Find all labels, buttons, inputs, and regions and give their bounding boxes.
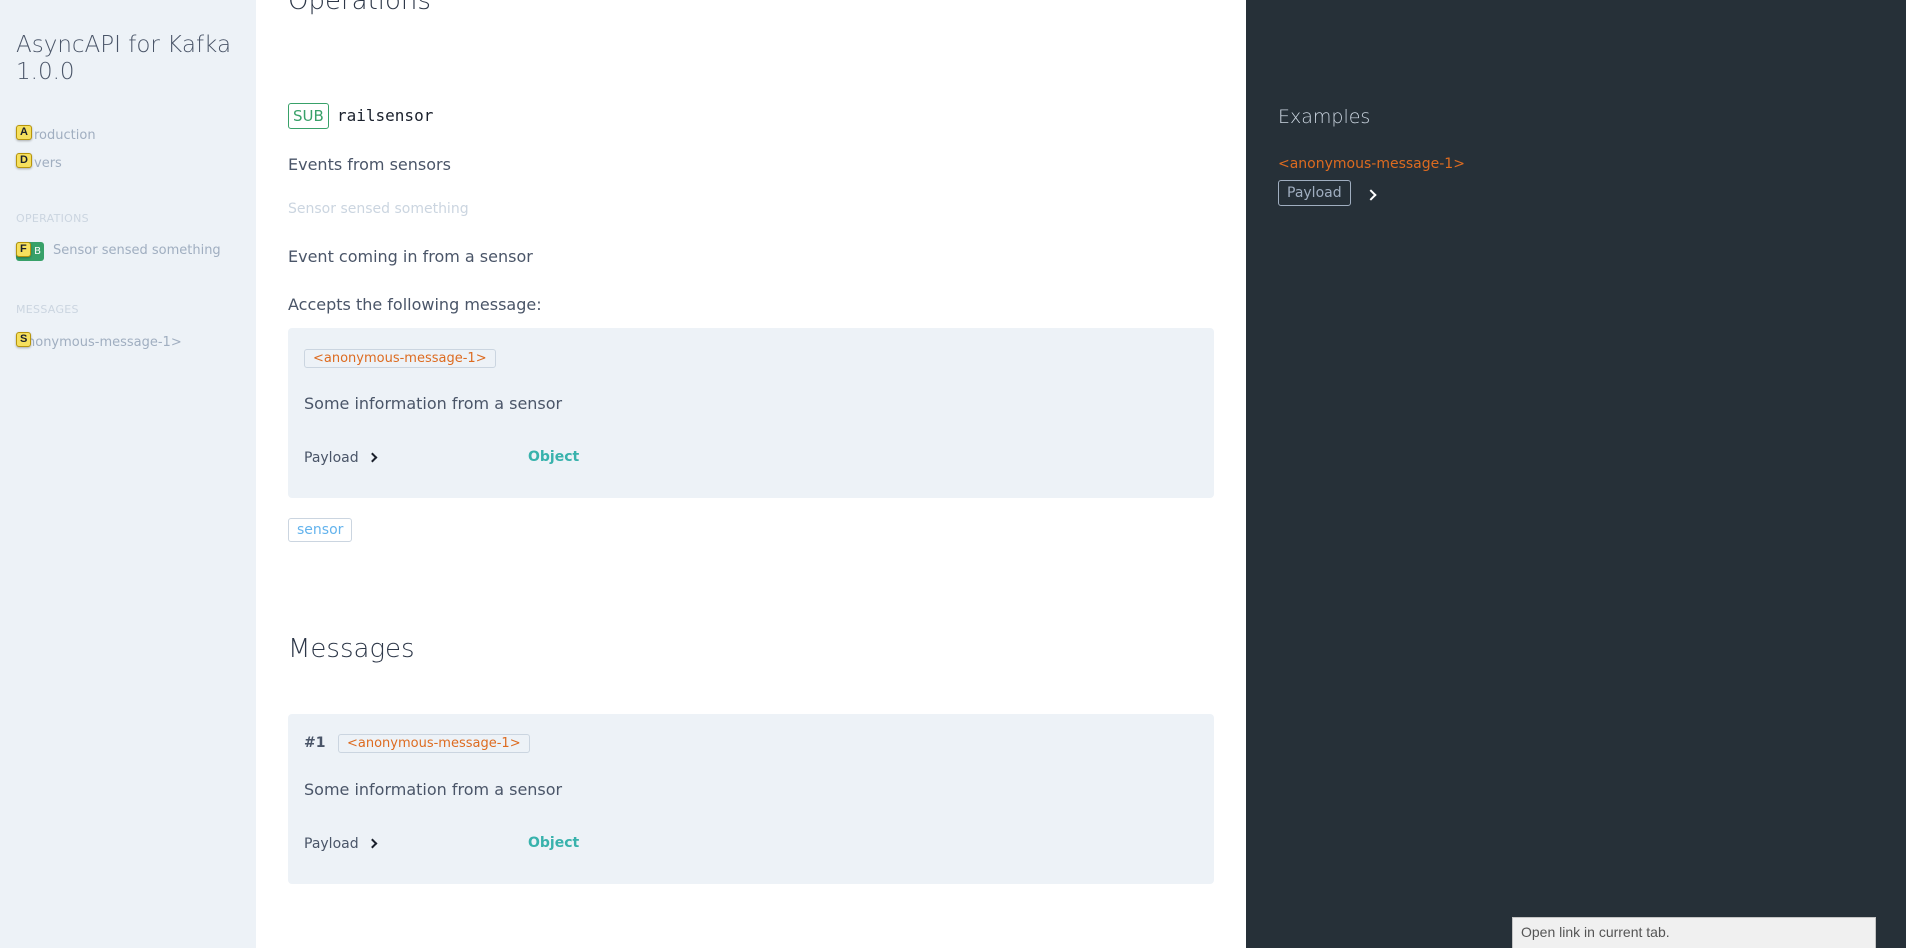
- message-name-badge: <anonymous-message-1>: [304, 349, 496, 368]
- example-message-name: <anonymous-message-1>: [1278, 156, 1465, 172]
- operations-section-label: OPERATIONS: [16, 212, 89, 225]
- app-title: AsyncAPI for Kafka 1.0.0: [16, 32, 231, 86]
- message-description: Some information from a sensor: [304, 780, 563, 799]
- payload-type: Object: [528, 835, 580, 851]
- app-version: 1.0.0: [16, 59, 75, 85]
- messages-section-label: MESSAGES: [16, 303, 79, 316]
- payload-label: Payload: [304, 450, 359, 466]
- link-hint-badge: D: [16, 153, 32, 168]
- sidebar-item-servers[interactable]: D vers: [16, 153, 62, 171]
- chevron-right-icon: [367, 452, 378, 463]
- operation-summary: Sensor sensed something: [288, 201, 469, 217]
- message-name-badge: <anonymous-message-1>: [338, 734, 530, 753]
- sidebar: AsyncAPI for Kafka 1.0.0 A roduction D v…: [0, 0, 256, 948]
- link-hint-badge: A: [16, 125, 32, 140]
- message-card: #1 <anonymous-message-1> Some informatio…: [288, 714, 1214, 884]
- sub-badge-text: B: [34, 246, 41, 257]
- examples-title: Examples: [1278, 106, 1371, 128]
- sidebar-item-label: Sensor sensed something: [53, 243, 221, 258]
- operation-type-tag: SUB: [288, 103, 329, 129]
- chevron-right-icon[interactable]: [1365, 189, 1377, 201]
- message-description: Some information from a sensor: [304, 394, 563, 413]
- chevron-right-icon: [367, 838, 378, 849]
- channel-name: railsensor: [337, 106, 434, 125]
- channel-description: Events from sensors: [288, 155, 451, 174]
- status-tooltip: Open link in current tab.: [1512, 917, 1876, 948]
- operations-heading: Operations: [288, 0, 431, 16]
- main-content: Operations SUB railsensor Events from se…: [256, 0, 1246, 948]
- payload-toggle[interactable]: Payload: [304, 450, 378, 466]
- operation-message-card: <anonymous-message-1> Some information f…: [288, 328, 1214, 498]
- payload-type: Object: [528, 449, 580, 465]
- sidebar-item-introduction[interactable]: A roduction: [16, 125, 96, 143]
- examples-panel: Examples <anonymous-message-1> Payload: [1246, 0, 1906, 948]
- sidebar-item-message[interactable]: S nonymous-message-1>: [16, 332, 182, 350]
- tag-badge: sensor: [288, 518, 353, 542]
- operation-description: Event coming in from a sensor: [288, 247, 533, 266]
- accepts-message-text: Accepts the following message:: [288, 295, 542, 314]
- link-hint-badge: F: [16, 242, 31, 257]
- sidebar-item-label: nonymous-message-1>: [27, 335, 182, 350]
- app-title-name: AsyncAPI for Kafka: [16, 32, 232, 58]
- message-index: #1: [304, 735, 326, 751]
- payload-toggle[interactable]: Payload: [304, 836, 378, 852]
- example-payload-button[interactable]: Payload: [1278, 180, 1351, 206]
- messages-heading: Messages: [288, 634, 415, 664]
- payload-label: Payload: [304, 836, 359, 852]
- link-hint-badge: S: [16, 332, 32, 347]
